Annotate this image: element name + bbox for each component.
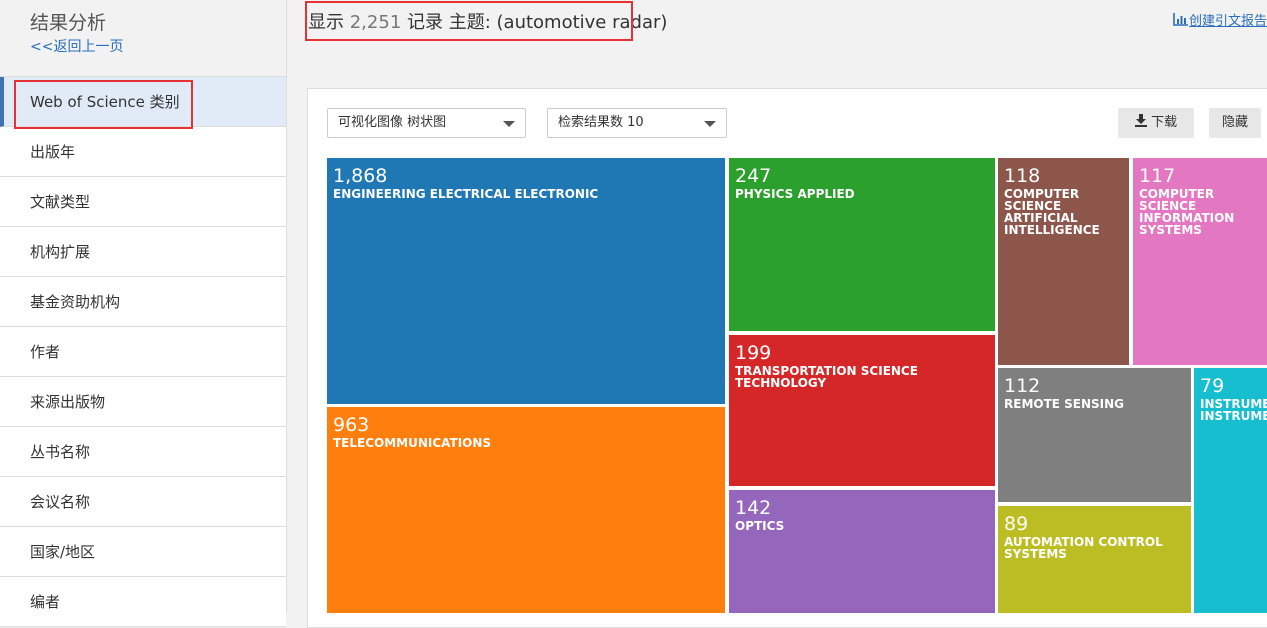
tile-value: 247 [735,165,772,187]
back-link[interactable]: <<返回上一页 [30,36,286,58]
sidebar-item-label: 机构扩展 [30,243,91,261]
tile-label: AUTOMATION CONTROL SYSTEMS [1004,535,1163,561]
tile-value: 117 [1139,165,1176,187]
sidebar-item-label: 丛书名称 [30,443,91,461]
tile-value: 1,868 [333,165,388,187]
tile-label: TELECOMMUNICATIONS [333,436,492,450]
tile-value: 118 [1004,165,1041,187]
tile-label: COMPUTER SCIENCE ARTIFICIAL INTELLIGENCE [1004,187,1100,237]
sidebar-item-label: 来源出版物 [30,393,106,411]
records-label: 记录 [407,12,443,33]
sidebar-item-country[interactable]: 国家/地区 [0,527,286,577]
download-button[interactable]: 下载 [1118,108,1194,138]
tile-value: 79 [1200,375,1225,397]
bar-chart-icon [1173,13,1188,26]
record-count: 2,251 [349,12,402,33]
result-count-select[interactable]: 检索结果数 10 [547,108,727,138]
sidebar-item-series[interactable]: 丛书名称 [0,427,286,477]
visualization-type-select[interactable]: 可视化图像 树状图 [327,108,526,138]
tile-value: 112 [1004,375,1041,397]
tile-label: COMPUTER SCIENCE INFORMATION SYSTEMS [1139,187,1235,237]
tile-value: 89 [1004,513,1029,535]
sidebar: 结果分析 <<返回上一页 Web of Science 类别 出版年 文献类型 … [0,0,287,627]
visualization-type-value: 可视化图像 树状图 [338,115,447,130]
sidebar-item-organization[interactable]: 机构扩展 [0,227,286,277]
sidebar-item-funding[interactable]: 基金资助机构 [0,277,286,327]
treemap-tile[interactable]: 117 COMPUTER SCIENCE INFORMATION SYSTEMS [1133,158,1267,365]
treemap-tile[interactable]: 118 COMPUTER SCIENCE ARTIFICIAL INTELLIG… [998,158,1129,365]
download-label: 下载 [1151,115,1178,130]
tile-label: OPTICS [735,519,785,533]
sidebar-item-label: 基金资助机构 [30,293,121,311]
tile-label: REMOTE SENSING [1004,397,1125,411]
tile-label: INSTRUMENTS INSTRUMENTATION [1200,397,1267,423]
hide-button[interactable]: 隐藏 [1209,108,1261,138]
tile-label: TRANSPORTATION SCIENCE TECHNOLOGY [735,364,918,390]
hide-label: 隐藏 [1221,115,1248,130]
tile-label: PHYSICS APPLIED [735,187,855,201]
treemap-tile[interactable]: 79 INSTRUMENTS INSTRUMENTATION [1194,368,1267,613]
treemap-tile[interactable]: 199 TRANSPORTATION SCIENCE TECHNOLOGY [729,335,995,486]
sidebar-item-label: 国家/地区 [30,543,96,561]
treemap-tile[interactable]: 1,868 ENGINEERING ELECTRICAL ELECTRONIC [327,158,725,404]
results-header: 显示 2,251 记录 主题: (automotive radar) 创建引文报… [288,0,1267,77]
sidebar-item-doc-type[interactable]: 文献类型 [0,177,286,227]
sidebar-item-source[interactable]: 来源出版物 [0,377,286,427]
download-icon [1134,114,1147,127]
sidebar-item-label: 出版年 [30,143,76,161]
result-count-value: 检索结果数 10 [558,115,644,130]
treemap-tile[interactable]: 247 PHYSICS APPLIED [729,158,995,331]
sidebar-item-label: 作者 [30,343,61,361]
sidebar-item-pub-year[interactable]: 出版年 [0,127,286,177]
tile-value: 199 [735,342,772,364]
tile-value: 142 [735,497,772,519]
treemap-tile[interactable]: 89 AUTOMATION CONTROL SYSTEMS [998,506,1191,613]
sidebar-item-authors[interactable]: 作者 [0,327,286,377]
treemap-tile[interactable]: 142 OPTICS [729,490,995,613]
tile-value: 963 [333,414,370,436]
treemap-tile[interactable]: 112 REMOTE SENSING [998,368,1191,502]
result-summary: 显示 2,251 记录 主题: (automotive radar) [308,8,667,34]
sidebar-item-editors[interactable]: 编者 [0,577,286,627]
sidebar-item-label: Web of Science 类别 [30,93,180,111]
topic-query: 主题: (automotive radar) [448,12,668,33]
chevron-down-icon [704,121,716,127]
sidebar-item-wos-category[interactable]: Web of Science 类别 [0,77,286,127]
sidebar-item-label: 文献类型 [30,193,91,211]
sidebar-item-conference[interactable]: 会议名称 [0,477,286,527]
chevron-down-icon [503,121,515,127]
sidebar-item-label: 会议名称 [30,493,91,511]
sidebar-header: 结果分析 <<返回上一页 [0,0,286,77]
show-label: 显示 [308,12,344,33]
tile-label: ENGINEERING ELECTRICAL ELECTRONIC [333,187,599,201]
sidebar-item-label: 编者 [30,593,61,611]
treemap-tile[interactable]: 963 TELECOMMUNICATIONS [327,407,725,613]
create-citation-report-link[interactable]: 创建引文报告 [1173,10,1267,29]
cite-link-label: 创建引文报告 [1188,14,1267,29]
sidebar-title: 结果分析 [30,12,107,34]
